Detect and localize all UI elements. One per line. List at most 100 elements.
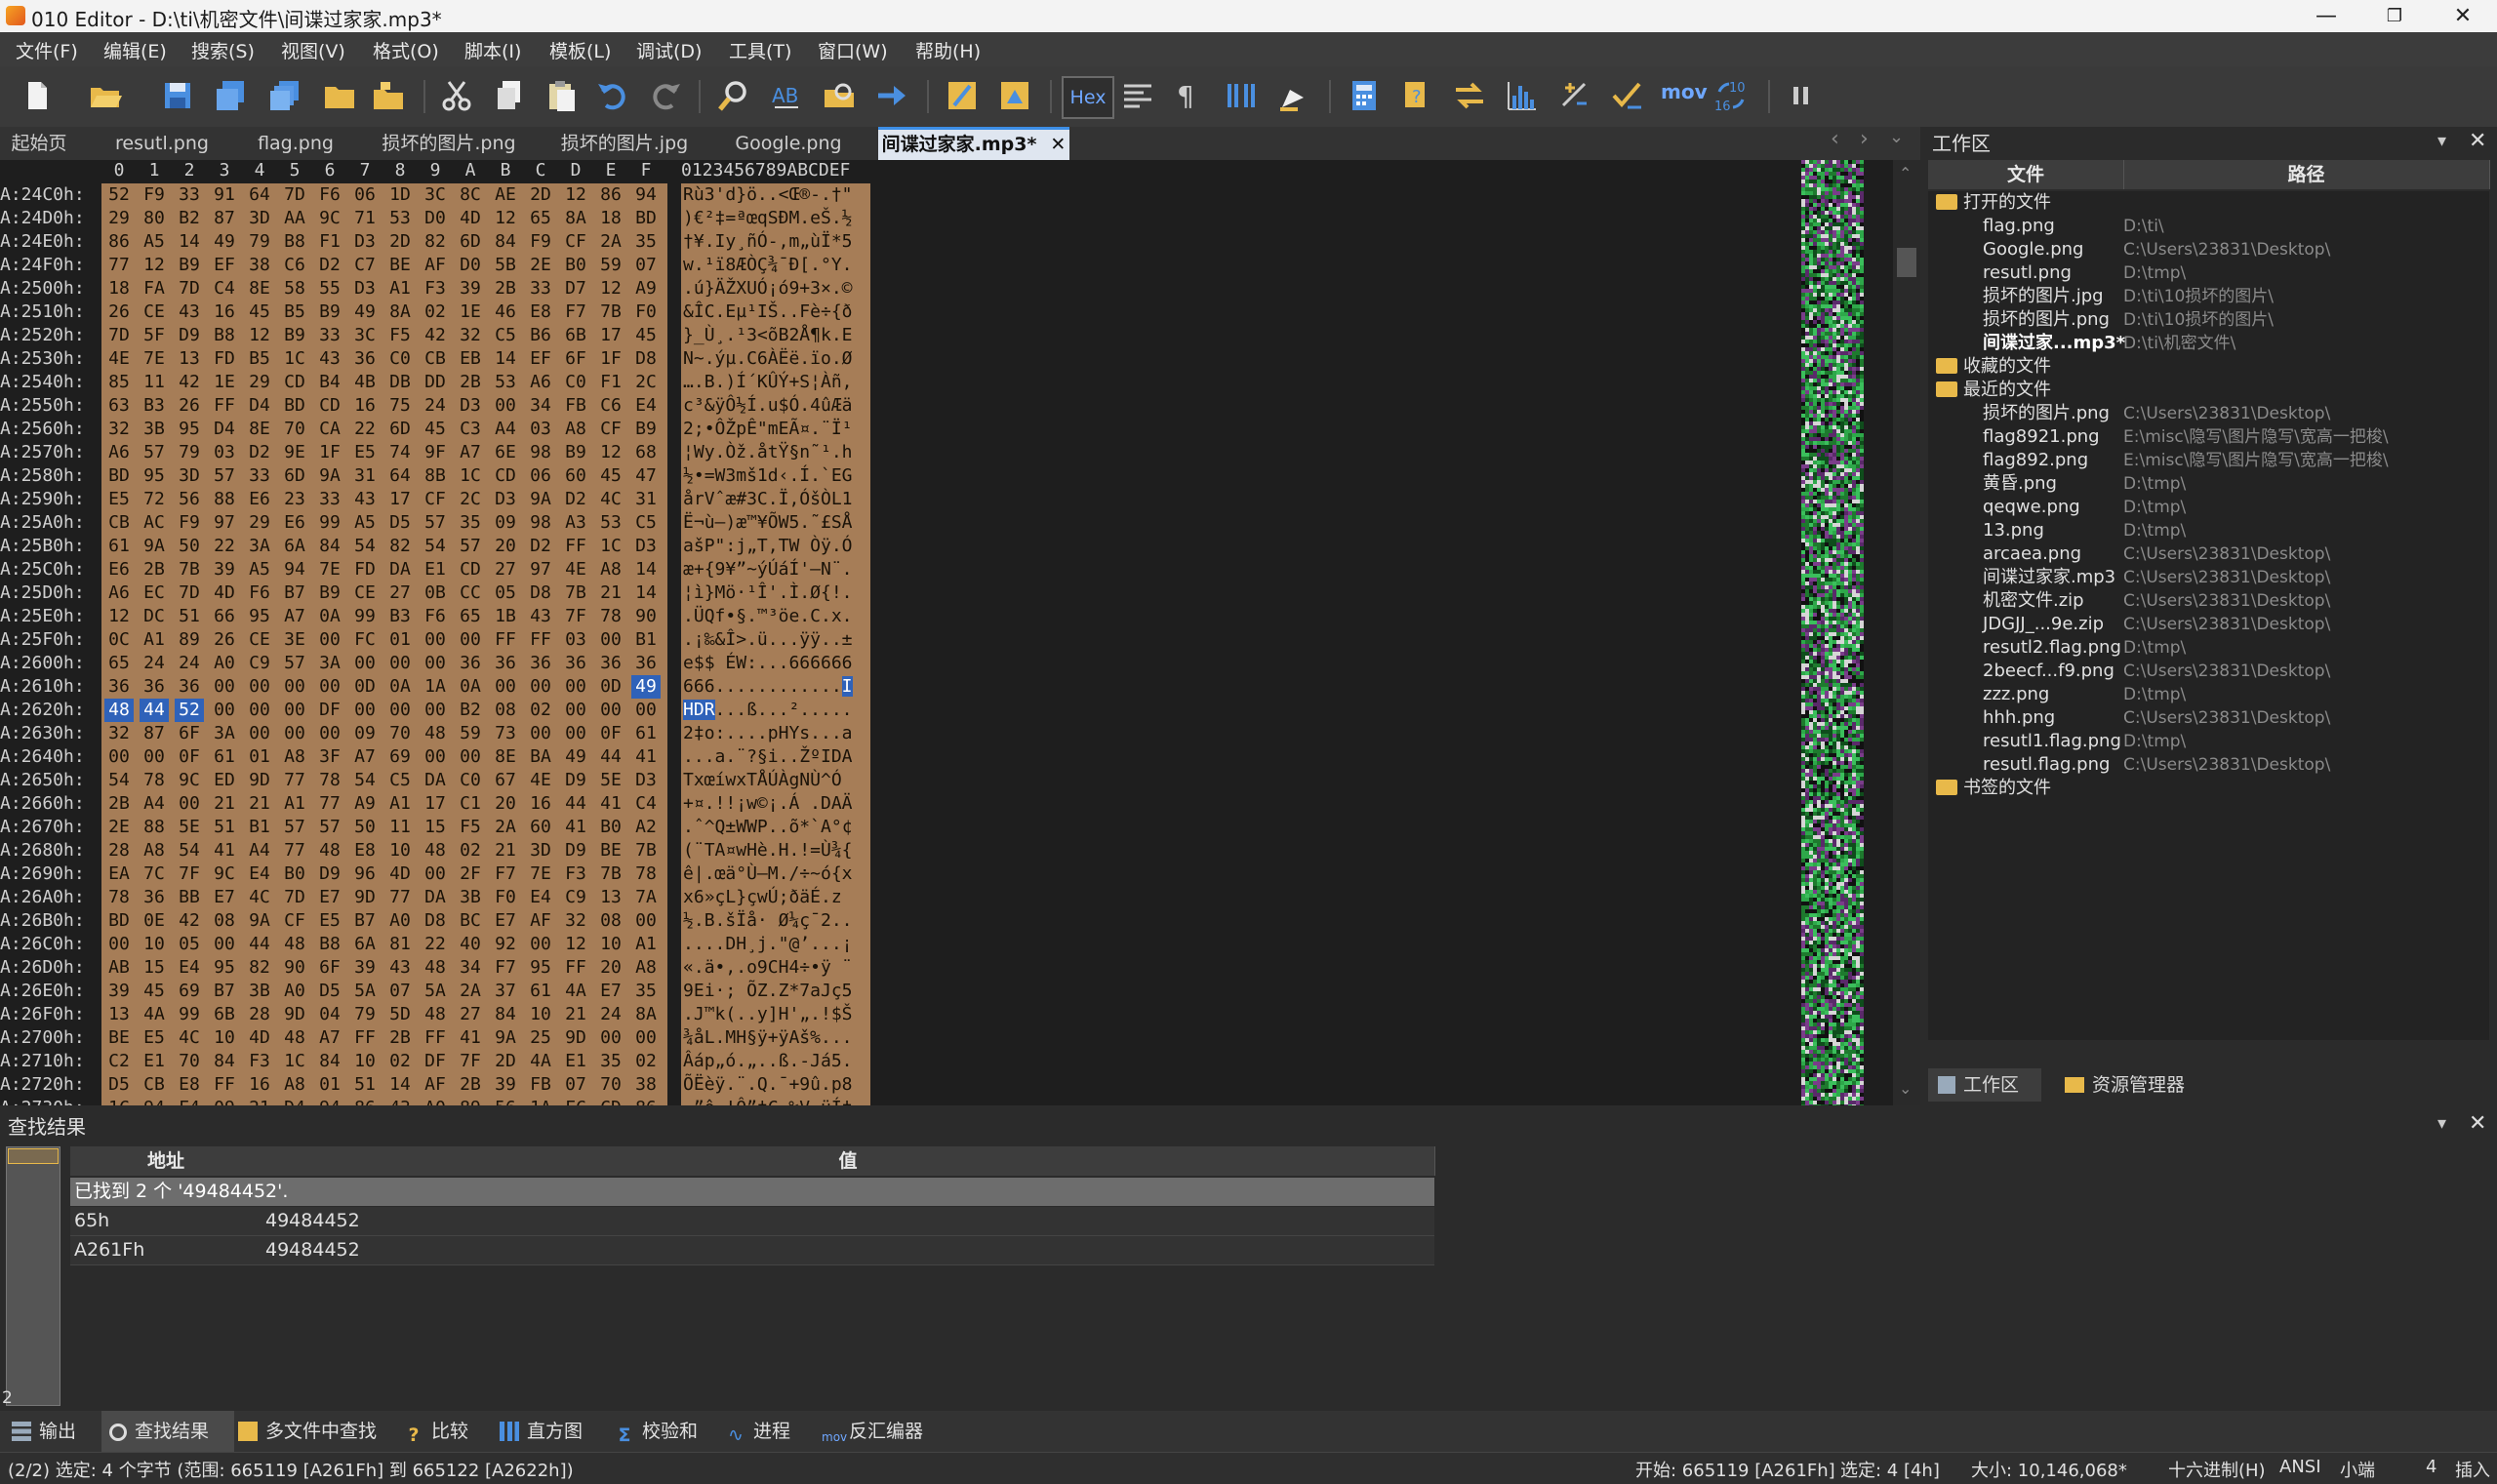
- minimize-button[interactable]: —: [2292, 0, 2360, 32]
- hex-byte[interactable]: 10: [210, 1026, 239, 1050]
- hex-byte[interactable]: 16: [210, 301, 239, 324]
- hex-byte[interactable]: 7A: [631, 886, 661, 909]
- hex-byte[interactable]: 95: [245, 605, 274, 628]
- hex-byte[interactable]: 1B: [491, 605, 520, 628]
- hex-byte[interactable]: 03: [526, 418, 555, 441]
- hex-byte[interactable]: 80: [140, 207, 169, 230]
- hex-byte[interactable]: 53: [596, 511, 625, 535]
- hex-byte[interactable]: 09: [350, 722, 380, 745]
- hex-byte[interactable]: 33: [175, 183, 204, 207]
- ascii-area[interactable]: Rù3'd}ö..<Œ®-.†")€²‡=ªœqSÐM.eŠ.½ †¥.Iy¸ñÓ…: [681, 183, 870, 1188]
- hex-byte[interactable]: 12: [140, 254, 169, 277]
- hex-byte[interactable]: 8E: [491, 745, 520, 769]
- hex-byte[interactable]: C0: [456, 769, 485, 792]
- hex-byte[interactable]: 77: [280, 769, 309, 792]
- hex-byte[interactable]: 2B: [456, 1073, 485, 1097]
- tab-resutl-png[interactable]: resutl.png: [98, 127, 226, 160]
- hex-byte[interactable]: B8: [315, 933, 344, 956]
- hex-byte[interactable]: 9D: [245, 769, 274, 792]
- hex-byte[interactable]: DB: [385, 371, 415, 394]
- hex-byte[interactable]: 3A: [210, 722, 239, 745]
- workspace-file-name[interactable]: 间谍过家家.mp3: [1983, 566, 2115, 589]
- menu-debug[interactable]: 调试(D): [636, 37, 702, 63]
- hex-byte[interactable]: A6: [104, 441, 134, 464]
- hex-byte[interactable]: 36: [140, 886, 169, 909]
- hex-byte[interactable]: 5B: [491, 254, 520, 277]
- hex-byte[interactable]: 45: [140, 980, 169, 1003]
- hex-byte[interactable]: 11: [385, 816, 415, 839]
- hex-byte[interactable]: EF: [526, 347, 555, 371]
- open-file-icon[interactable]: [88, 78, 123, 113]
- save-icon[interactable]: [160, 78, 195, 113]
- hex-byte[interactable]: 7E: [315, 558, 344, 582]
- hex-byte[interactable]: 0A: [456, 675, 485, 699]
- hex-byte[interactable]: 8C: [456, 183, 485, 207]
- hex-byte[interactable]: 29: [245, 371, 274, 394]
- hex-byte[interactable]: 22: [350, 418, 380, 441]
- hex-byte[interactable]: 52: [104, 183, 134, 207]
- hex-byte[interactable]: 14: [631, 582, 661, 605]
- ascii-row[interactable]: .ÜQf•§.™³öe.C.x.: [683, 605, 853, 628]
- inspector-icon[interactable]: ?: [1399, 78, 1434, 113]
- hex-byte[interactable]: 1F: [596, 347, 625, 371]
- hex-byte[interactable]: CE: [245, 628, 274, 652]
- hex-byte[interactable]: 3A: [315, 652, 344, 675]
- hex-byte[interactable]: 4D: [210, 582, 239, 605]
- hex-byte[interactable]: 18: [104, 277, 134, 301]
- hex-byte[interactable]: 6F: [175, 722, 204, 745]
- hex-byte[interactable]: 78: [631, 862, 661, 886]
- hex-byte[interactable]: 02: [385, 1050, 415, 1073]
- open-files-group[interactable]: 打开的文件: [1936, 191, 2051, 215]
- hex-byte[interactable]: 88: [140, 816, 169, 839]
- hex-byte[interactable]: F5: [385, 324, 415, 347]
- hex-byte[interactable]: 6A: [350, 933, 380, 956]
- hex-byte[interactable]: 94: [280, 558, 309, 582]
- workspace-file-name[interactable]: 2beecf...f9.png: [1983, 660, 2114, 683]
- hex-byte[interactable]: FF: [561, 956, 590, 980]
- hex-byte[interactable]: 7F: [175, 862, 204, 886]
- hex-byte[interactable]: 2B: [140, 558, 169, 582]
- hex-byte[interactable]: D7: [561, 277, 590, 301]
- hex-byte[interactable]: 86: [596, 183, 625, 207]
- hex-byte[interactable]: 48: [421, 956, 450, 980]
- hex-byte[interactable]: 36: [104, 675, 134, 699]
- hex-byte[interactable]: 00: [280, 699, 309, 722]
- hex-byte[interactable]: 2D: [385, 230, 415, 254]
- hex-byte[interactable]: 1E: [210, 371, 239, 394]
- hex-byte[interactable]: D3: [456, 394, 485, 418]
- hex-byte[interactable]: 07: [385, 980, 415, 1003]
- hex-byte[interactable]: 16: [350, 394, 380, 418]
- hex-byte[interactable]: 00: [526, 933, 555, 956]
- hex-byte[interactable]: 36: [561, 652, 590, 675]
- hex-byte[interactable]: 7B: [631, 839, 661, 862]
- hex-byte[interactable]: 0F: [175, 745, 204, 769]
- tab-flag-png[interactable]: flag.png: [239, 127, 352, 160]
- hex-byte[interactable]: FF: [561, 535, 590, 558]
- hex-byte[interactable]: 69: [385, 745, 415, 769]
- hex-byte[interactable]: C6: [280, 254, 309, 277]
- hex-byte[interactable]: E4: [175, 956, 204, 980]
- hex-byte[interactable]: D5: [315, 980, 344, 1003]
- hex-byte[interactable]: 00: [104, 745, 134, 769]
- hex-byte[interactable]: 4A: [526, 1050, 555, 1073]
- hex-byte[interactable]: A5: [140, 230, 169, 254]
- hex-byte[interactable]: 29: [104, 207, 134, 230]
- hex-byte[interactable]: FB: [526, 1073, 555, 1097]
- tab-explorer[interactable]: 资源管理器: [2055, 1068, 2231, 1102]
- hex-byte[interactable]: 02: [421, 301, 450, 324]
- hex-byte[interactable]: 4D: [245, 1026, 274, 1050]
- hex-byte[interactable]: B5: [280, 301, 309, 324]
- hex-byte[interactable]: EC: [140, 582, 169, 605]
- hex-byte[interactable]: 32: [561, 909, 590, 933]
- hex-byte[interactable]: A3: [561, 511, 590, 535]
- hex-byte[interactable]: 41: [631, 745, 661, 769]
- hex-byte[interactable]: 38: [245, 254, 274, 277]
- hex-byte[interactable]: D5: [385, 511, 415, 535]
- hex-byte[interactable]: 59: [596, 254, 625, 277]
- hex-byte[interactable]: 57: [421, 511, 450, 535]
- hex-byte[interactable]: 89: [175, 628, 204, 652]
- hex-byte[interactable]: BE: [385, 254, 415, 277]
- hex-byte[interactable]: 00: [245, 675, 274, 699]
- hex-byte[interactable]: D8: [526, 582, 555, 605]
- ascii-row[interactable]: 666............I: [683, 675, 853, 699]
